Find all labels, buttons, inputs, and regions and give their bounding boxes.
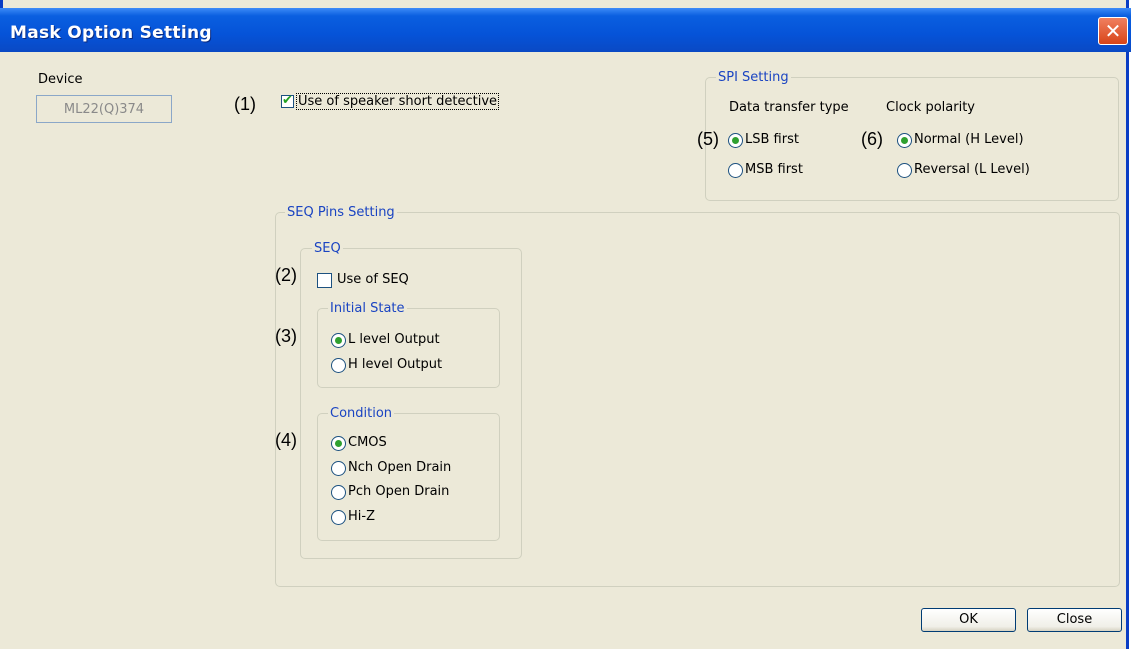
dialog-client-area: Device ML22(Q)374 (1) ✔ Use of speaker s…: [0, 52, 1125, 649]
hi-z-radio[interactable]: [331, 510, 346, 525]
nch-open-drain-label[interactable]: Nch Open Drain: [348, 460, 451, 475]
h-level-output-label[interactable]: H level Output: [348, 357, 442, 372]
clock-polarity-label: Clock polarity: [886, 100, 975, 115]
msb-first-label[interactable]: MSB first: [745, 162, 803, 177]
radio-selected-icon: [335, 337, 342, 344]
hi-z-label[interactable]: Hi-Z: [348, 509, 375, 524]
pch-open-drain-label[interactable]: Pch Open Drain: [348, 484, 449, 499]
normal-h-level-radio[interactable]: [897, 133, 912, 148]
lsb-first-label[interactable]: LSB first: [745, 132, 799, 147]
speaker-short-label[interactable]: Use of speaker short detective: [296, 93, 500, 110]
cmos-radio[interactable]: [331, 436, 346, 451]
seq-title: SEQ: [312, 241, 343, 256]
device-label: Device: [38, 72, 83, 87]
cmos-label[interactable]: CMOS: [348, 435, 387, 450]
h-level-output-radio[interactable]: [331, 358, 346, 373]
marker-1: (1): [234, 94, 256, 114]
marker-3: (3): [275, 326, 297, 346]
close-button[interactable]: Close: [1027, 608, 1122, 632]
reversal-l-level-label[interactable]: Reversal (L Level): [914, 162, 1030, 177]
marker-6: (6): [861, 129, 883, 149]
initial-state-title: Initial State: [328, 301, 407, 316]
use-of-seq-checkbox[interactable]: [317, 273, 332, 288]
condition-title: Condition: [328, 406, 395, 421]
msb-first-radio[interactable]: [728, 163, 743, 178]
marker-5: (5): [697, 129, 719, 149]
window-title: Mask Option Setting: [10, 23, 212, 43]
speaker-short-checkbox[interactable]: ✔: [281, 93, 294, 108]
close-window-icon[interactable]: ✕: [1098, 17, 1128, 45]
ok-button[interactable]: OK: [921, 608, 1016, 632]
radio-selected-icon: [901, 137, 908, 144]
radio-selected-icon: [732, 137, 739, 144]
lsb-first-radio[interactable]: [728, 133, 743, 148]
spi-setting-title: SPI Setting: [716, 70, 791, 85]
seq-pins-setting-title: SEQ Pins Setting: [285, 205, 397, 220]
reversal-l-level-radio[interactable]: [897, 163, 912, 178]
nch-open-drain-radio[interactable]: [331, 461, 346, 476]
l-level-output-radio[interactable]: [331, 333, 346, 348]
title-bar[interactable]: Mask Option Setting ✕: [0, 8, 1131, 52]
normal-h-level-label[interactable]: Normal (H Level): [914, 132, 1024, 147]
l-level-output-label[interactable]: L level Output: [348, 332, 440, 347]
initial-state-group: [317, 308, 500, 388]
device-field: ML22(Q)374: [36, 95, 172, 123]
radio-selected-icon: [335, 440, 342, 447]
data-transfer-type-label: Data transfer type: [729, 100, 849, 115]
pch-open-drain-radio[interactable]: [331, 485, 346, 500]
marker-2: (2): [275, 265, 297, 285]
checkmark-icon: ✔: [282, 93, 293, 108]
marker-4: (4): [275, 430, 297, 450]
use-of-seq-label[interactable]: Use of SEQ: [337, 272, 409, 287]
